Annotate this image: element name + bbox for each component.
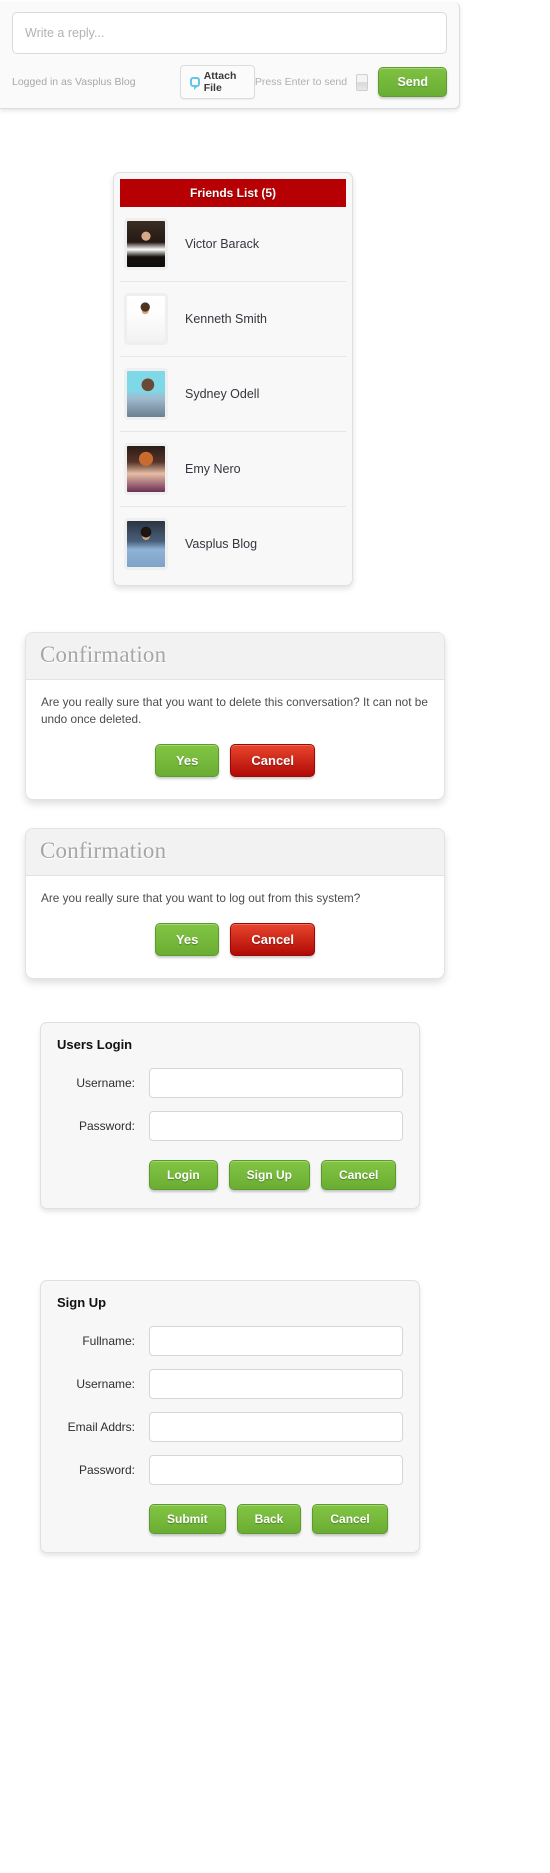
dialog-message: Are you really sure that you want to log… — [41, 891, 361, 905]
form-row-username: Username: — [57, 1369, 403, 1399]
form-title: Users Login — [57, 1037, 133, 1052]
form-row-password: Password: — [57, 1111, 403, 1141]
list-item[interactable]: Victor Barack — [120, 207, 346, 282]
form-title: Sign Up — [57, 1295, 107, 1310]
friend-name: Victor Barack — [185, 237, 260, 251]
signup-form-actions: Submit Back Cancel — [57, 1498, 403, 1534]
password-input[interactable] — [149, 1111, 403, 1141]
friend-name: Vasplus Blog — [185, 537, 258, 551]
yes-button[interactable]: Yes — [154, 923, 220, 957]
yes-button[interactable]: Yes — [154, 744, 220, 778]
reply-panel: Logged in as Vasplus Blog Attach File Pr… — [0, 2, 460, 109]
login-form-actions: Login Sign Up Cancel — [57, 1154, 403, 1190]
press-enter-hint: Press Enter to send — [254, 76, 348, 88]
page-title: Confirmation — [40, 838, 167, 863]
avatar — [124, 368, 168, 420]
dialog-body: Are you really sure that you want to del… — [26, 680, 444, 799]
reply-input[interactable] — [12, 12, 447, 54]
list-item[interactable]: Vasplus Blog — [120, 507, 346, 581]
form-row-fullname: Fullname: — [57, 1326, 403, 1356]
back-button[interactable]: Back — [236, 1504, 302, 1534]
list-item[interactable]: Emy Nero — [120, 432, 346, 507]
friends-list-header: Friends List (5) — [120, 179, 346, 207]
logged-in-status: Logged in as Vasplus Blog — [12, 76, 136, 88]
fullname-label: Fullname: — [82, 1334, 135, 1348]
delete-confirmation-dialog: Confirmation Are you really sure that yo… — [25, 632, 445, 801]
cancel-button[interactable]: Cancel — [230, 923, 316, 957]
page-title: Confirmation — [40, 642, 167, 667]
dialog-header: Confirmation — [26, 633, 444, 680]
page-root: Logged in as Vasplus Blog Attach File Pr… — [0, 0, 550, 1873]
avatar — [124, 443, 168, 495]
password-label: Password: — [78, 1119, 135, 1133]
friend-name: Kenneth Smith — [185, 312, 267, 326]
password-label: Password: — [78, 1463, 135, 1477]
username-label: Username: — [76, 1076, 135, 1090]
cancel-button[interactable]: Cancel — [320, 1160, 397, 1190]
send-button[interactable]: Send — [378, 67, 447, 97]
dialog-actions: Yes Cancel — [41, 728, 429, 799]
username-label: Username: — [76, 1377, 135, 1391]
submit-button[interactable]: Submit — [149, 1504, 226, 1534]
username-input[interactable] — [149, 1068, 403, 1098]
form-row-email: Email Addrs: — [57, 1412, 403, 1442]
list-item[interactable]: Kenneth Smith — [120, 282, 346, 357]
cancel-button[interactable]: Cancel — [230, 744, 316, 778]
friend-name: Emy Nero — [185, 462, 241, 476]
list-item[interactable]: Sydney Odell — [120, 357, 346, 432]
press-enter-toggle[interactable] — [356, 73, 369, 91]
form-row-username: Username: — [57, 1068, 403, 1098]
login-button[interactable]: Login — [149, 1160, 218, 1190]
reply-toolbar: Logged in as Vasplus Blog Attach File Pr… — [12, 65, 447, 99]
password-input[interactable] — [149, 1455, 403, 1485]
users-login-form: Users Login Username: Password: Login Si… — [40, 1022, 420, 1209]
email-label: Email Addrs: — [67, 1420, 135, 1434]
username-input[interactable] — [149, 1369, 403, 1399]
friend-name: Sydney Odell — [185, 387, 260, 401]
attach-file-button[interactable]: Attach File — [179, 65, 255, 99]
dialog-body: Are you really sure that you want to log… — [26, 876, 444, 978]
comment-bubble-icon — [189, 77, 200, 90]
avatar — [124, 293, 168, 345]
dialog-header: Confirmation — [26, 829, 444, 876]
email-field[interactable] — [149, 1412, 403, 1442]
fullname-input[interactable] — [149, 1326, 403, 1356]
avatar — [124, 518, 168, 570]
dialog-actions: Yes Cancel — [41, 907, 429, 978]
signup-button[interactable]: Sign Up — [228, 1160, 310, 1190]
form-row-password: Password: — [57, 1455, 403, 1485]
logout-confirmation-dialog: Confirmation Are you really sure that yo… — [25, 828, 445, 980]
attach-file-label: Attach File — [203, 70, 237, 94]
dialog-message: Are you really sure that you want to del… — [41, 695, 428, 727]
friends-list-panel: Friends List (5) Victor Barack Kenneth S… — [113, 172, 353, 586]
cancel-button[interactable]: Cancel — [312, 1504, 388, 1534]
avatar — [124, 218, 168, 270]
sign-up-form: Sign Up Fullname: Username: Email Addrs:… — [40, 1280, 420, 1553]
